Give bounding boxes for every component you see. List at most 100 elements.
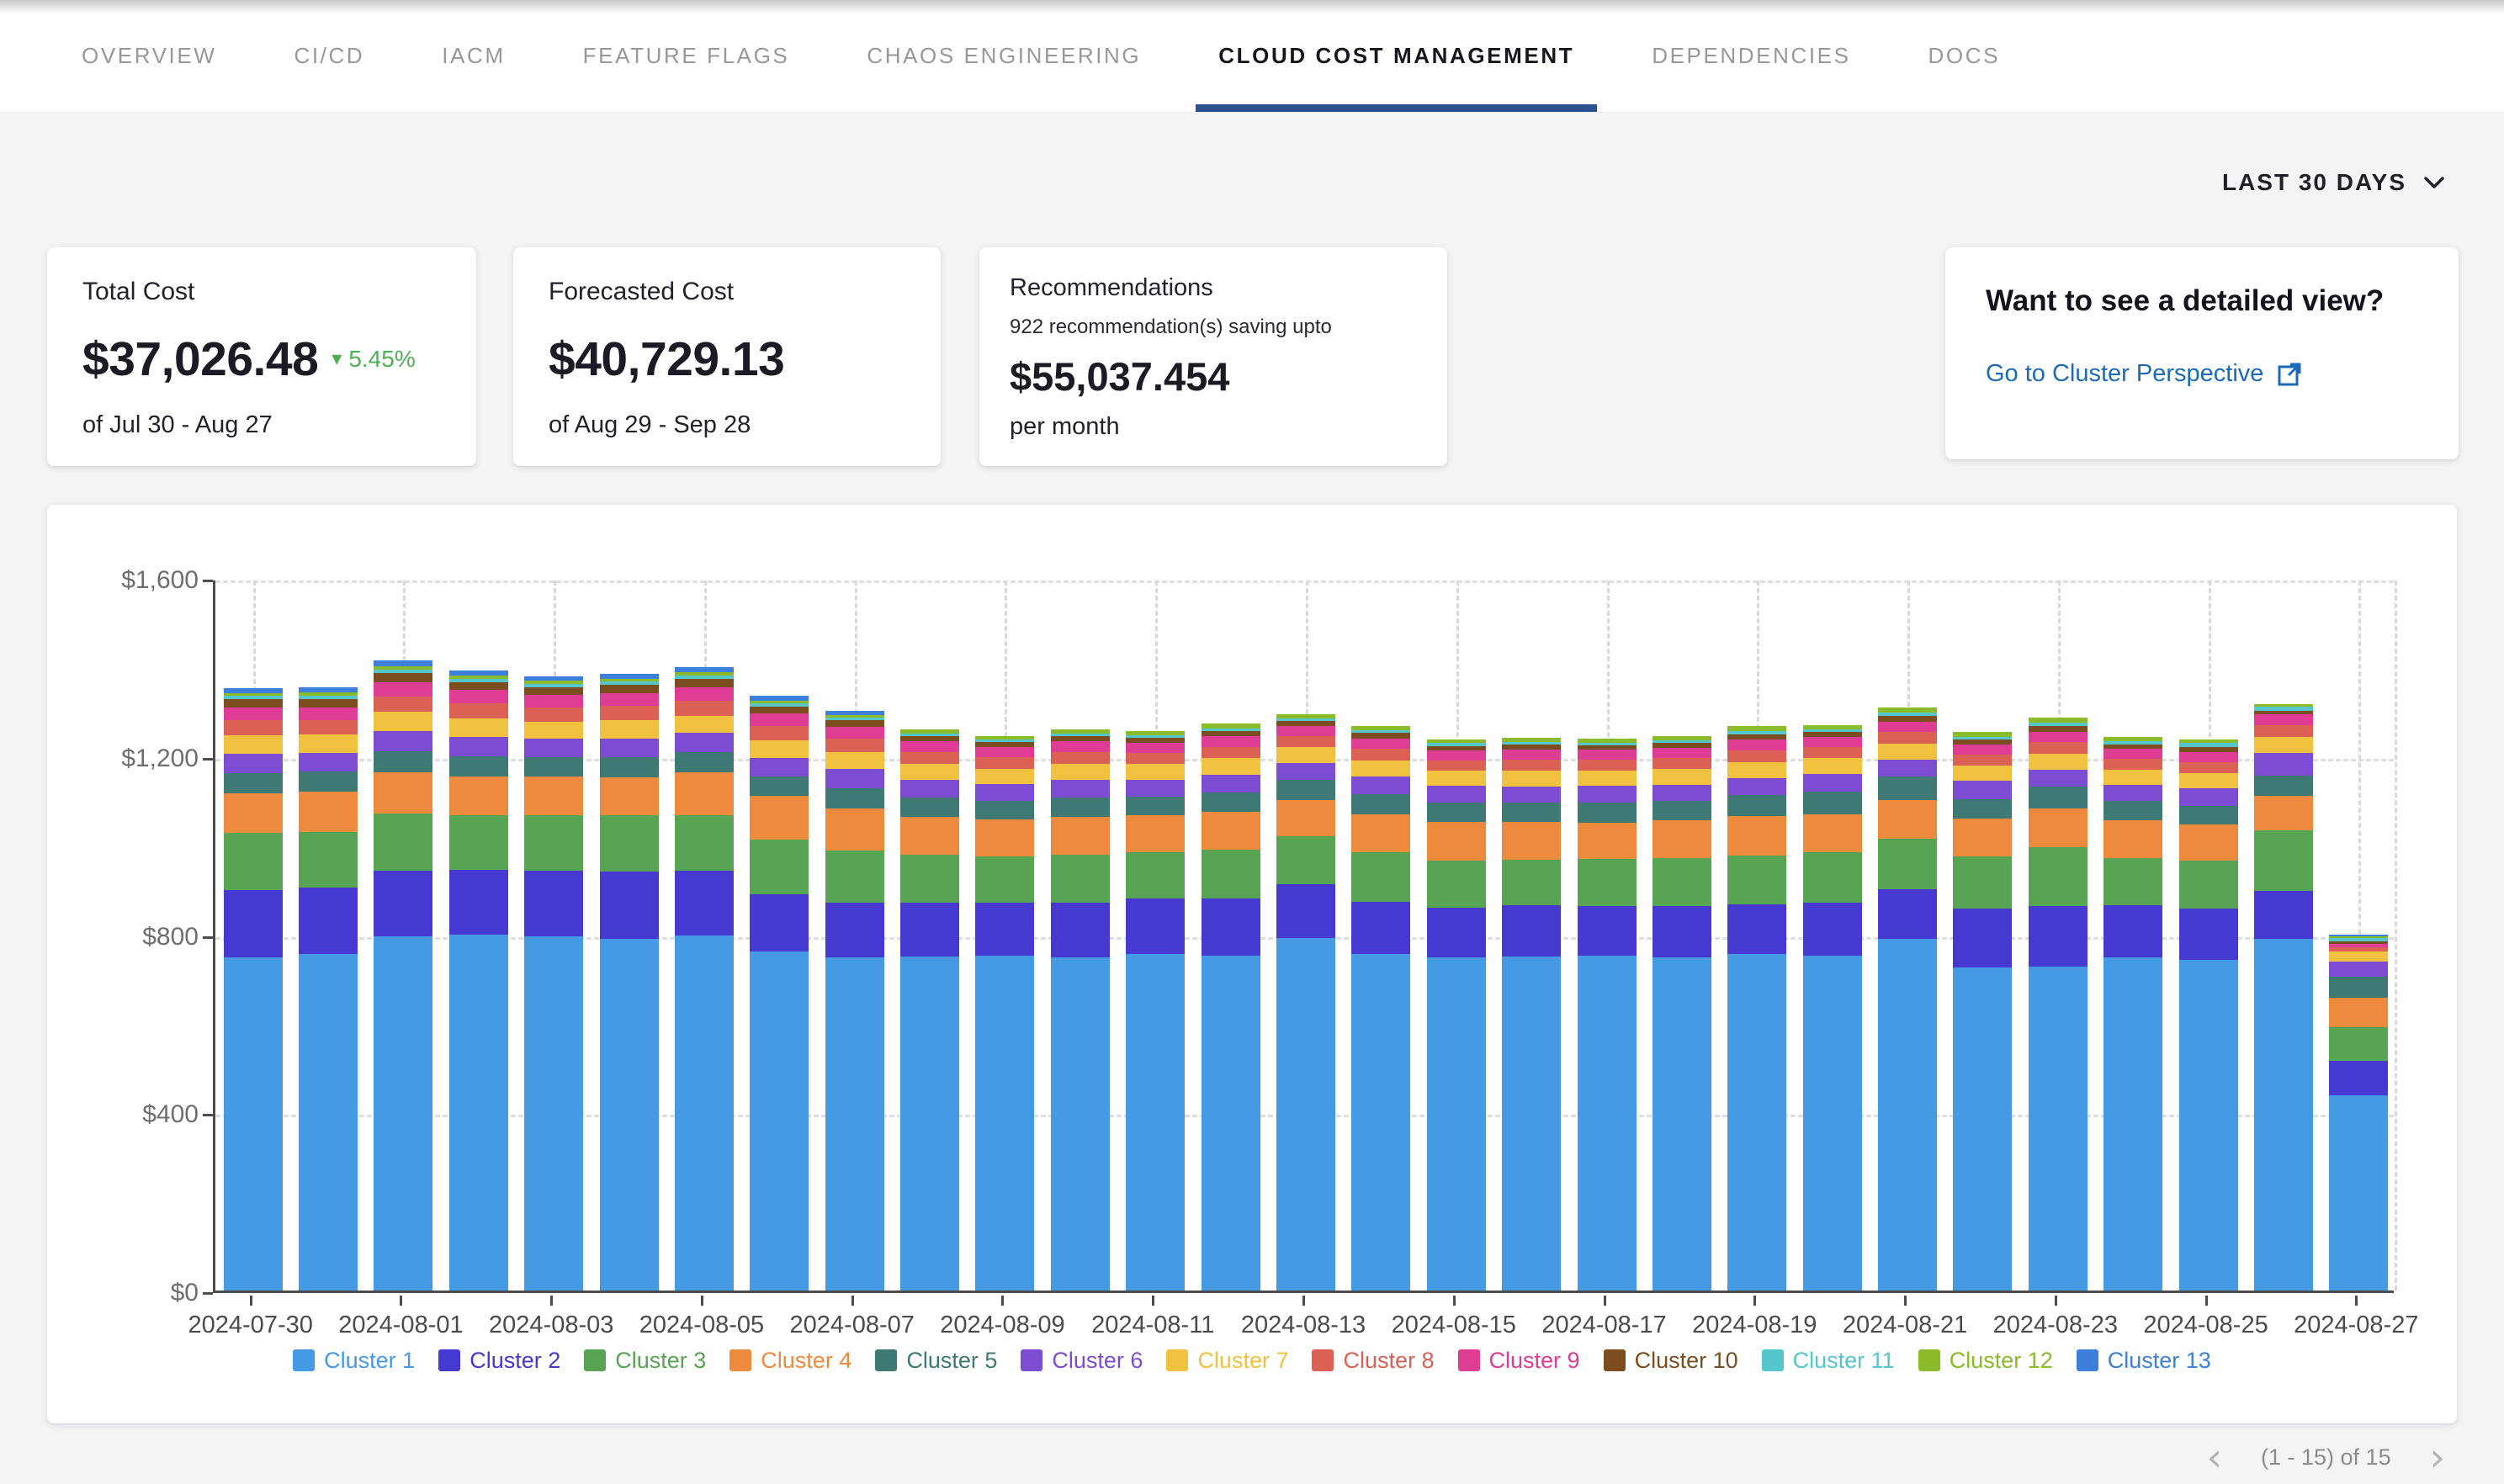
bar-segment xyxy=(1803,852,1862,904)
legend-item-cluster-8[interactable]: Cluster 8 xyxy=(1312,1348,1434,1374)
bar-segment xyxy=(1502,957,1561,1291)
bar-segment xyxy=(900,957,959,1291)
tab-feature-flags[interactable]: FEATURE FLAGS xyxy=(560,0,813,112)
pagination-next-button[interactable]: › xyxy=(2430,1438,2445,1476)
stacked-bar-2024-08-04[interactable] xyxy=(600,674,659,1291)
bar-segment xyxy=(1502,803,1561,822)
stacked-bar-2024-08-18[interactable] xyxy=(1653,736,1711,1291)
stacked-bar-2024-08-05[interactable] xyxy=(675,667,734,1291)
bar-segment xyxy=(374,772,432,814)
bar-segment xyxy=(1653,758,1711,769)
stacked-bar-2024-08-17[interactable] xyxy=(1578,739,1637,1291)
bar-segment xyxy=(1878,776,1937,800)
stacked-bar-2024-08-15[interactable] xyxy=(1427,739,1486,1291)
recommendations-period: per month xyxy=(1010,413,1417,441)
bar-segment xyxy=(1202,775,1260,792)
bar-slot xyxy=(1945,732,2020,1291)
x-axis-tick xyxy=(1152,1296,1154,1306)
bar-segment xyxy=(1653,801,1711,820)
stacked-bar-2024-08-23[interactable] xyxy=(2029,718,2088,1291)
legend-swatch xyxy=(1918,1349,1940,1371)
tab-docs[interactable]: DOCS xyxy=(1906,0,2024,112)
legend-label: Cluster 13 xyxy=(2108,1348,2211,1374)
legend-item-cluster-3[interactable]: Cluster 3 xyxy=(584,1348,706,1374)
stacked-bar-2024-08-12[interactable] xyxy=(1202,723,1260,1291)
tab-cicd[interactable]: CI/CD xyxy=(271,0,387,112)
stacked-bar-2024-08-06[interactable] xyxy=(750,696,809,1291)
bar-segment xyxy=(825,739,884,752)
bar-segment xyxy=(1351,954,1410,1291)
stacked-bar-2024-08-19[interactable] xyxy=(1727,726,1786,1291)
bar-slot xyxy=(215,688,290,1291)
stacked-bar-2024-08-16[interactable] xyxy=(1502,738,1561,1291)
legend-item-cluster-6[interactable]: Cluster 6 xyxy=(1021,1348,1143,1374)
cost-chart-card: Cluster 1 Cluster 2 Cluster 3 Cluster 4 Clus… xyxy=(47,505,2457,1423)
bar-segment xyxy=(2179,806,2238,824)
legend-item-cluster-5[interactable]: Cluster 5 xyxy=(875,1348,997,1374)
stacked-bar-2024-08-14[interactable] xyxy=(1351,726,1410,1291)
bar-segment xyxy=(524,871,583,936)
bar-segment xyxy=(1126,780,1185,797)
stacked-bar-2024-08-03[interactable] xyxy=(524,676,583,1291)
stacked-bar-2024-08-11[interactable] xyxy=(1126,731,1185,1291)
bar-segment xyxy=(1803,758,1862,774)
chart-legend: Cluster 1 Cluster 2 Cluster 3 Cluster 4 Clus… xyxy=(47,1341,2457,1380)
bar-segment xyxy=(2179,960,2238,1291)
legend-item-cluster-7[interactable]: Cluster 7 xyxy=(1166,1348,1288,1374)
legend-item-cluster-9[interactable]: Cluster 9 xyxy=(1458,1348,1580,1374)
bar-segment xyxy=(600,872,659,938)
bar-segment xyxy=(825,903,884,957)
legend-item-cluster-1[interactable]: Cluster 1 xyxy=(293,1348,415,1374)
legend-item-cluster-12[interactable]: Cluster 12 xyxy=(1918,1348,2053,1374)
legend-label: Cluster 10 xyxy=(1635,1348,1738,1374)
x-axis-tick xyxy=(2055,1296,2057,1306)
legend-item-cluster-13[interactable]: Cluster 13 xyxy=(2077,1348,2211,1374)
total-cost-card: Total Cost $37,026.48 ▾ 5.45% of Jul 30 … xyxy=(47,247,476,466)
legend-item-cluster-11[interactable]: Cluster 11 xyxy=(1762,1348,1895,1374)
stacked-bar-2024-08-07[interactable] xyxy=(825,711,884,1291)
x-axis-tick xyxy=(1904,1296,1907,1306)
bar-segment xyxy=(1427,803,1486,821)
stacked-bar-2024-08-20[interactable] xyxy=(1803,725,1862,1291)
stacked-bar-2024-08-25[interactable] xyxy=(2179,739,2238,1291)
stacked-bar-2024-08-10[interactable] xyxy=(1051,729,1110,1291)
legend-item-cluster-2[interactable]: Cluster 2 xyxy=(438,1348,560,1374)
stacked-bar-2024-08-21[interactable] xyxy=(1878,708,1937,1291)
legend-item-cluster-4[interactable]: Cluster 4 xyxy=(729,1348,851,1374)
tab-dependencies[interactable]: DEPENDENCIES xyxy=(1629,0,1873,112)
bar-segment xyxy=(900,780,959,798)
tab-cloud-cost-management[interactable]: CLOUD COST MANAGEMENT xyxy=(1196,0,1597,112)
legend-item-cluster-10[interactable]: Cluster 10 xyxy=(1604,1348,1738,1374)
pagination-prev-button[interactable]: ‹ xyxy=(2207,1438,2222,1476)
bar-segment xyxy=(299,699,358,708)
tab-iacm[interactable]: IACM xyxy=(419,0,528,112)
bar-slot xyxy=(2321,935,2396,1291)
tab-chaos-engineering[interactable]: CHAOS ENGINEERING xyxy=(844,0,1164,112)
bar-segment xyxy=(1578,859,1637,906)
tab-overview[interactable]: OVERVIEW xyxy=(59,0,239,112)
stacked-bar-2024-07-30[interactable] xyxy=(224,688,283,1291)
stacked-bar-2024-08-02[interactable] xyxy=(449,670,508,1291)
bar-segment xyxy=(2179,773,2238,789)
bar-segment xyxy=(449,690,508,703)
date-range-selector[interactable]: LAST 30 DAYS xyxy=(2222,163,2445,202)
bar-segment xyxy=(1276,836,1335,884)
bar-segment xyxy=(1578,906,1637,956)
cluster-perspective-link[interactable]: Go to Cluster Perspective xyxy=(1986,360,2418,388)
stacked-bar-2024-08-08[interactable] xyxy=(900,729,959,1291)
stacked-bar-2024-08-27[interactable] xyxy=(2329,935,2388,1291)
bar-segment xyxy=(1578,823,1637,859)
stacked-bar-2024-08-22[interactable] xyxy=(1953,732,2012,1291)
stacked-bar-2024-08-01[interactable] xyxy=(374,660,432,1291)
stacked-bar-2024-08-13[interactable] xyxy=(1276,714,1335,1291)
bar-segment xyxy=(1351,739,1410,750)
pagination: ‹ (1 - 15) of 15 › xyxy=(2207,1435,2445,1479)
stacked-bar-2024-08-09[interactable] xyxy=(975,736,1034,1291)
stacked-bar-2024-08-26[interactable] xyxy=(2254,704,2313,1291)
x-axis-tick xyxy=(701,1296,703,1306)
stacked-bar-2024-07-31[interactable] xyxy=(299,687,358,1291)
bar-segment xyxy=(675,679,734,687)
stacked-bar-2024-08-24[interactable] xyxy=(2103,737,2162,1291)
bar-segment xyxy=(524,776,583,815)
trend-down-icon: ▾ xyxy=(332,349,342,369)
